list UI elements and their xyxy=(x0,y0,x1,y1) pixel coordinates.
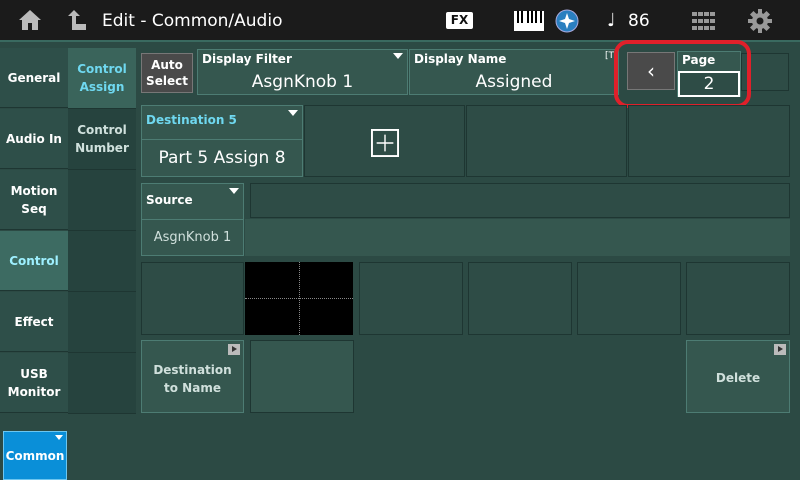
auto-select-button[interactable]: Auto Select xyxy=(141,53,193,93)
display-name-value: Assigned xyxy=(475,72,553,92)
nav-item-motion-seq[interactable]: Motion Seq xyxy=(0,170,68,230)
subnav-empty-slot xyxy=(68,353,136,414)
subnav-empty-slot xyxy=(68,170,136,231)
page-title: Edit - Common/Audio xyxy=(102,11,283,31)
empty-area xyxy=(355,340,685,413)
display-name-field[interactable]: Display Name [T Assigned xyxy=(409,49,619,95)
globe-icon[interactable] xyxy=(555,9,579,33)
source-field[interactable]: Source AsgnKnob 1 xyxy=(141,183,244,256)
nav-item-effect[interactable]: Effect xyxy=(0,292,68,352)
curve-graph xyxy=(245,262,353,335)
display-name-label: Display Name xyxy=(414,52,507,66)
delete-button[interactable]: Delete xyxy=(686,340,790,413)
top-bar: Edit - Common/Audio FX ♩ 86 xyxy=(0,0,800,42)
display-filter-field[interactable]: Display Filter AsgnKnob 1 xyxy=(197,49,408,95)
empty-cell xyxy=(250,340,354,413)
common-tab[interactable]: Common xyxy=(3,431,67,480)
dropdown-triangle-icon xyxy=(393,53,403,59)
subnav-empty-slot xyxy=(68,231,136,292)
subnav-empty-slot xyxy=(68,292,136,353)
text-edit-icon: [T xyxy=(604,51,614,61)
destination-to-name-button[interactable]: Destination to Name xyxy=(141,340,244,413)
left-nav: General Audio In Motion Seq Control Effe… xyxy=(0,48,68,414)
destination-value: Part 5 Assign 8 xyxy=(158,148,286,168)
source-value: AsgnKnob 1 xyxy=(153,230,232,245)
curve-axis xyxy=(299,262,300,335)
subnav-item-control-number[interactable]: Control Number xyxy=(68,109,136,170)
empty-cell xyxy=(359,262,463,335)
empty-cell xyxy=(466,105,627,177)
gear-icon[interactable] xyxy=(748,9,772,33)
empty-cell xyxy=(628,105,790,177)
divider xyxy=(142,219,243,220)
destination-field[interactable]: Destination 5 Part 5 Assign 8 xyxy=(141,105,303,177)
highlight-annotation xyxy=(614,40,751,108)
dropdown-triangle-icon xyxy=(55,435,63,440)
empty-cell xyxy=(577,262,681,335)
up-arrow-icon[interactable] xyxy=(66,8,88,32)
divider xyxy=(142,139,302,140)
tempo-value[interactable]: 86 xyxy=(628,11,650,31)
plus-icon[interactable] xyxy=(371,129,399,157)
nav-item-general[interactable]: General xyxy=(0,48,68,108)
nav-item-usb-monitor[interactable]: USB Monitor xyxy=(0,353,68,413)
empty-cell xyxy=(245,219,790,256)
source-label: Source xyxy=(146,193,193,207)
add-destination-cell[interactable] xyxy=(304,105,465,177)
grid-icon[interactable] xyxy=(692,12,716,30)
empty-cell xyxy=(250,183,790,218)
tempo-note-icon: ♩ xyxy=(607,10,616,31)
nav-item-control[interactable]: Control xyxy=(0,231,68,291)
home-icon[interactable] xyxy=(18,9,42,31)
keyboard-icon[interactable] xyxy=(514,11,544,31)
display-filter-label: Display Filter xyxy=(202,52,292,66)
sub-nav: Control Assign Control Number xyxy=(68,48,136,414)
fx-button[interactable]: FX xyxy=(446,12,473,29)
empty-cell xyxy=(686,262,790,335)
dropdown-triangle-icon xyxy=(229,188,239,194)
play-arrow-icon xyxy=(774,344,786,355)
subnav-item-control-assign[interactable]: Control Assign xyxy=(68,48,136,109)
empty-cell xyxy=(141,262,244,335)
play-arrow-icon xyxy=(228,344,240,355)
nav-item-audio-in[interactable]: Audio In xyxy=(0,109,68,169)
empty-cell xyxy=(468,262,572,335)
destination-label: Destination 5 xyxy=(146,113,237,127)
display-filter-value: AsgnKnob 1 xyxy=(251,72,354,92)
dropdown-triangle-icon xyxy=(288,110,298,116)
